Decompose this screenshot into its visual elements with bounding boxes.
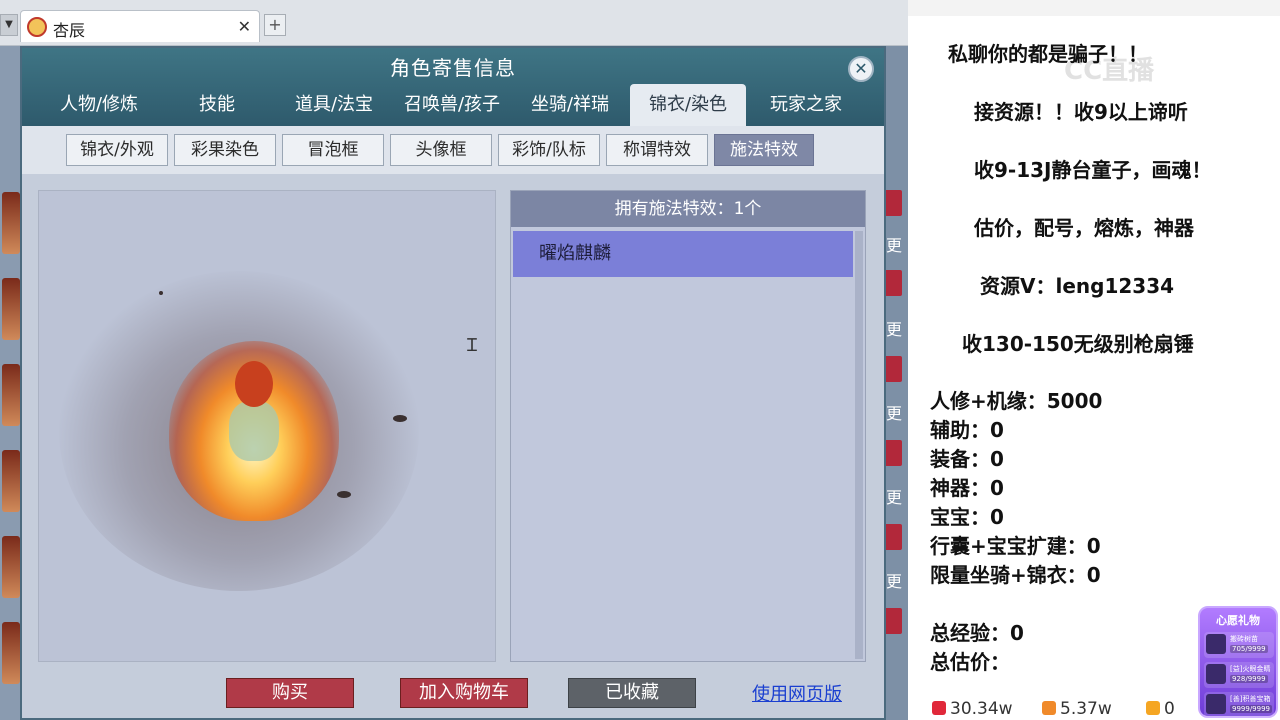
subtab-avatar-frame[interactable]: 头像框	[390, 134, 492, 166]
fans-value: 5.37w	[1060, 699, 1112, 719]
tab-scroll-arrow-icon[interactable]: ▼	[0, 14, 18, 36]
bg-more-label: 更	[885, 572, 902, 591]
gift-value: 0	[1164, 699, 1175, 719]
wish-gift-card[interactable]: 心愿礼物 搬砖树苗 705/9999 [益]火眼金睛 928/9999 [善]积…	[1198, 606, 1278, 718]
buy-tag-icon	[884, 608, 902, 634]
stat-line: 行囊+宝宝扩建：0	[930, 534, 1101, 558]
stat-line: 辅助：0	[930, 418, 1004, 442]
tab-skills[interactable]: 技能	[158, 84, 276, 126]
gift-thumbnail-icon	[1206, 664, 1226, 684]
close-dialog-button[interactable]: ✕	[848, 56, 874, 82]
gift-thumbnail-icon	[1206, 694, 1226, 714]
new-tab-button[interactable]: +	[264, 14, 286, 36]
bg-more-label: 更	[885, 236, 902, 255]
gift-icon	[1146, 701, 1160, 715]
gift-count: 9999/9999	[1230, 705, 1272, 713]
bg-more-label: 更	[885, 404, 902, 423]
overlay-line: 私聊你的都是骗子！！	[948, 42, 1148, 66]
subtab-outfit-appearance[interactable]: 锦衣/外观	[66, 134, 168, 166]
tab-summons-children[interactable]: 召唤兽/孩子	[392, 84, 512, 126]
gift-stat: 0	[1146, 698, 1175, 720]
heat-value: 30.34w	[950, 699, 1013, 719]
character-portrait	[2, 536, 20, 598]
subtab-title-effect[interactable]: 称谓特效	[606, 134, 708, 166]
character-portrait	[2, 622, 20, 684]
dialog-header: 角色寄售信息 ✕ 人物/修炼 技能 道具/法宝 召唤兽/孩子 坐骑/祥瑞 锦衣/…	[22, 48, 884, 126]
overlay-line: 收130-150无级别枪扇锤	[962, 332, 1194, 356]
browser-tab-strip: ▼ 杏辰 ✕ +	[0, 0, 908, 46]
subtab-bubble-frame[interactable]: 冒泡框	[282, 134, 384, 166]
buy-tag-icon	[884, 524, 902, 550]
add-to-cart-button[interactable]: 加入购物车	[400, 678, 528, 708]
list-scrollbar[interactable]	[855, 231, 863, 659]
gift-row: 搬砖树苗 705/9999	[1204, 632, 1274, 658]
browser-tab-title: 杏辰	[53, 21, 86, 40]
stat-line: 限量坐骑+锦衣：0	[930, 563, 1101, 587]
buy-tag-icon	[884, 440, 902, 466]
character-portrait	[2, 450, 20, 512]
list-item[interactable]: 曜焰麒麟	[513, 231, 853, 277]
cast-effect-list: 拥有施法特效：1个 曜焰麒麟	[510, 190, 866, 662]
heat-icon	[932, 701, 946, 715]
game-background-left	[0, 46, 22, 720]
subtab-fruit-dye[interactable]: 彩果染色	[174, 134, 276, 166]
character-model-head	[235, 361, 273, 407]
overlay-line: 资源V：leng12334	[980, 274, 1175, 298]
heat-stat: 30.34w	[932, 698, 1013, 720]
character-portrait	[2, 278, 20, 340]
tab-player-home[interactable]: 玩家之家	[748, 84, 864, 126]
bg-more-label: 更	[885, 320, 902, 339]
buy-tag-icon	[884, 356, 902, 382]
buy-tag-icon	[884, 190, 902, 216]
gift-thumbnail-icon	[1206, 634, 1226, 654]
debris-particle	[159, 291, 163, 295]
gift-name: [益]火眼金睛	[1230, 665, 1271, 673]
gift-name: [善]积善宝箱	[1230, 695, 1271, 703]
character-model-body	[229, 401, 279, 461]
bg-more-label: 更	[885, 488, 902, 507]
overlay-topbar	[908, 0, 1280, 16]
list-header: 拥有施法特效：1个	[511, 191, 865, 227]
total-line: 总估价：	[930, 650, 1010, 674]
sub-tab-bar: 锦衣/外观 彩果染色 冒泡框 头像框 彩饰/队标 称谓特效 施法特效	[22, 126, 884, 174]
stat-line: 神器：0	[930, 476, 1004, 500]
text-cursor-icon: Ɪ	[467, 335, 478, 356]
wish-gift-title: 心愿礼物	[1216, 614, 1260, 627]
total-line: 总经验：0	[930, 621, 1024, 645]
tab-character-cultivation[interactable]: 人物/修炼	[40, 84, 158, 126]
effect-preview: Ɪ	[38, 190, 496, 662]
gift-row: [善]积善宝箱 9999/9999	[1204, 692, 1274, 718]
stat-line: 人修+机缘：5000	[930, 389, 1103, 413]
overlay-line: 估价，配号，熔炼，神器	[974, 216, 1194, 240]
gift-row: [益]火眼金睛 928/9999	[1204, 662, 1274, 688]
debris-particle	[337, 491, 351, 498]
stat-line: 宝宝：0	[930, 505, 1004, 529]
game-favicon-icon	[27, 17, 47, 37]
consignment-dialog: 角色寄售信息 ✕ 人物/修炼 技能 道具/法宝 召唤兽/孩子 坐骑/祥瑞 锦衣/…	[20, 46, 886, 720]
fans-icon	[1042, 701, 1056, 715]
tab-mounts[interactable]: 坐骑/祥瑞	[512, 84, 628, 126]
dialog-title: 角色寄售信息	[390, 56, 516, 80]
buy-tag-icon	[884, 270, 902, 296]
use-web-version-link[interactable]: 使用网页版	[752, 680, 842, 706]
buy-button[interactable]: 购买	[226, 678, 354, 708]
tab-items-treasures[interactable]: 道具/法宝	[276, 84, 392, 126]
overlay-line: 收9-13J静台童子，画魂！	[974, 158, 1212, 182]
character-portrait	[2, 364, 20, 426]
browser-tab[interactable]: 杏辰 ✕	[20, 10, 260, 42]
overlay-line: 接资源！！收9以上谛听	[974, 100, 1188, 124]
subtab-team-badge[interactable]: 彩饰/队标	[498, 134, 600, 166]
stat-line: 装备：0	[930, 447, 1004, 471]
gift-count: 705/9999	[1230, 645, 1268, 653]
debris-particle	[393, 415, 407, 422]
favorited-button[interactable]: 已收藏	[568, 678, 696, 708]
gift-count: 928/9999	[1230, 675, 1268, 683]
subtab-cast-effect[interactable]: 施法特效	[714, 134, 814, 166]
tab-outfits-dyes[interactable]: 锦衣/染色	[630, 84, 746, 126]
gift-name: 搬砖树苗	[1230, 635, 1258, 643]
character-portrait	[2, 192, 20, 254]
close-tab-icon[interactable]: ✕	[238, 17, 251, 36]
fans-stat: 5.37w	[1042, 698, 1112, 720]
